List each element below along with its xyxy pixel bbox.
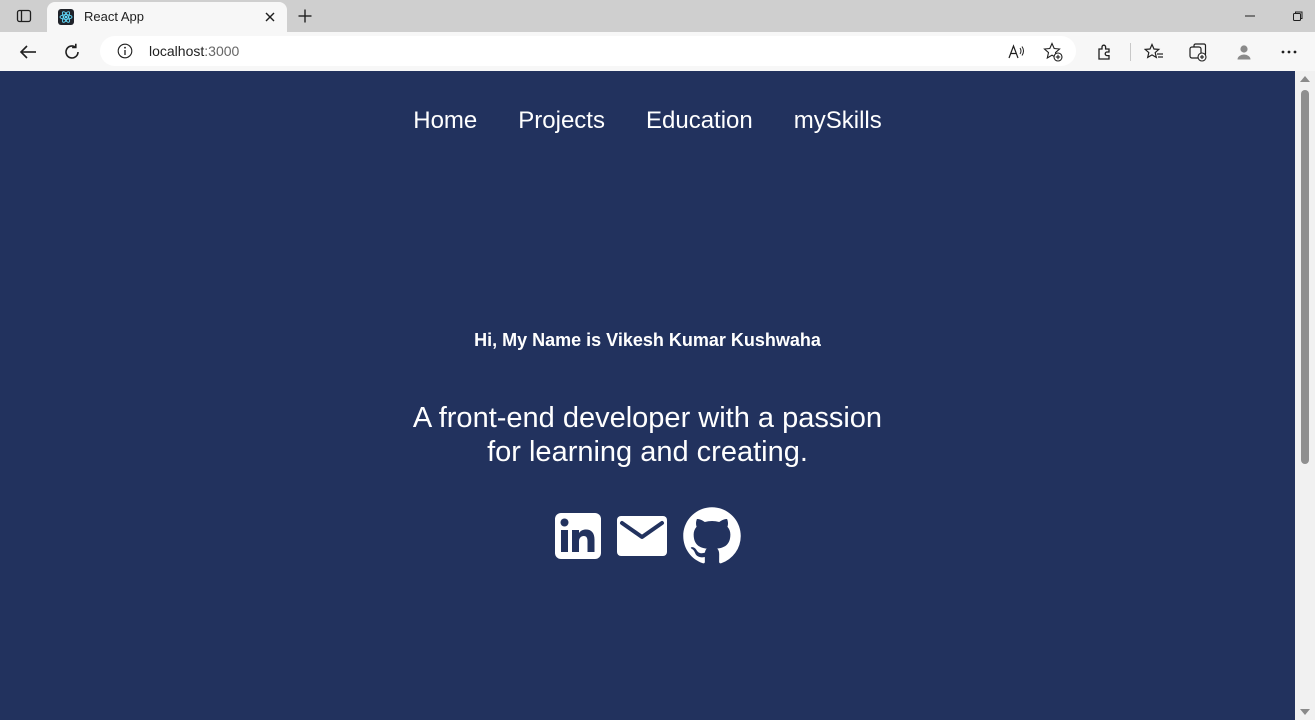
page-scrollbar[interactable] (1295, 71, 1315, 720)
read-aloud-icon (1008, 44, 1024, 59)
scroll-thumb[interactable] (1301, 90, 1309, 464)
nav-myskills[interactable]: mySkills (794, 105, 882, 137)
minimize-button[interactable] (1235, 4, 1265, 28)
more-button[interactable] (1274, 37, 1304, 67)
extensions-icon (1098, 44, 1110, 60)
tab-close-button[interactable] (261, 8, 279, 26)
collections-icon (1189, 43, 1207, 62)
back-button[interactable] (13, 37, 43, 67)
browser-tab-bar: React App (0, 0, 1315, 32)
tagline: A front-end developer with a passion for… (0, 401, 1295, 469)
extensions-button[interactable] (1090, 37, 1120, 67)
page-viewport: Home Projects Education mySkills Hi, My … (0, 71, 1295, 720)
toolbar-divider (1130, 43, 1131, 61)
more-icon (1281, 50, 1297, 54)
new-tab-button[interactable] (292, 4, 318, 28)
refresh-icon (65, 43, 79, 59)
tagline-line-2: for learning and creating. (487, 436, 808, 468)
github-icon (682, 507, 741, 564)
restore-button[interactable] (1283, 4, 1313, 28)
nav-education[interactable]: Education (646, 105, 753, 137)
minimize-icon (1245, 15, 1255, 17)
mail-link[interactable] (616, 515, 668, 557)
profile-icon (1237, 45, 1251, 60)
nav-projects[interactable]: Projects (518, 105, 605, 137)
social-links (0, 506, 1295, 566)
url-port: :3000 (204, 43, 240, 59)
browser-tab[interactable]: React App (47, 2, 287, 32)
read-aloud-button[interactable] (1006, 41, 1028, 63)
linkedin-link[interactable] (554, 512, 602, 560)
add-favorite-button[interactable] (1042, 41, 1064, 63)
url-text[interactable]: localhost:3000 (149, 43, 239, 59)
close-icon (265, 12, 275, 22)
refresh-button[interactable] (57, 37, 87, 67)
tab-actions-icon (16, 9, 32, 23)
favorites-button[interactable] (1139, 37, 1169, 67)
browser-toolbar: localhost:3000 (0, 32, 1315, 72)
favorites-icon (1144, 43, 1163, 59)
plus-icon (298, 9, 312, 23)
address-bar[interactable]: localhost:3000 (100, 36, 1076, 66)
tagline-line-1: A front-end developer with a passion (412, 402, 883, 434)
url-host: localhost (149, 43, 205, 59)
mail-icon (616, 516, 667, 556)
scroll-up-arrow-icon[interactable] (1300, 76, 1310, 82)
nav-home[interactable]: Home (413, 105, 477, 137)
profile-button[interactable] (1229, 37, 1259, 67)
linkedin-icon (554, 513, 601, 559)
main-nav: Home Projects Education mySkills (0, 105, 1295, 137)
react-logo-icon (58, 9, 74, 25)
scroll-down-arrow-icon[interactable] (1300, 709, 1310, 715)
info-icon[interactable] (117, 43, 133, 59)
github-link[interactable] (682, 506, 742, 566)
collections-button[interactable] (1183, 37, 1213, 67)
restore-icon (1293, 11, 1303, 21)
tab-actions-button[interactable] (8, 4, 40, 28)
tab-title: React App (84, 9, 144, 24)
add-favorite-icon (1043, 42, 1063, 62)
back-arrow-icon (19, 45, 36, 59)
intro-heading: Hi, My Name is Vikesh Kumar Kushwaha (474, 330, 821, 350)
